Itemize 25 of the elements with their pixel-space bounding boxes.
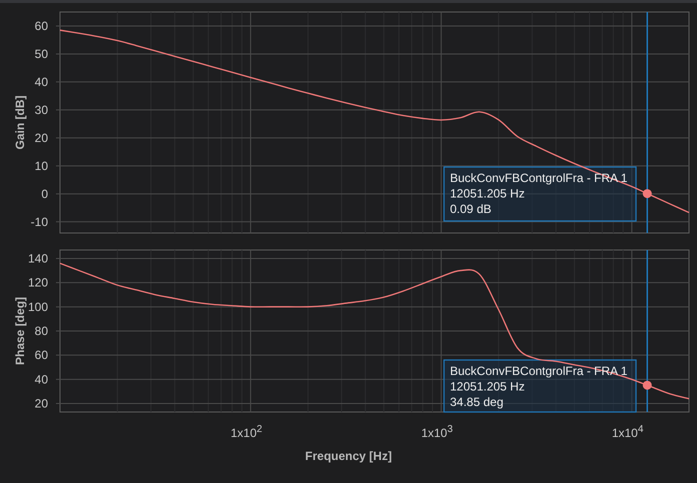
- y-tick-label: 50: [34, 46, 48, 61]
- y-tick-label: 80: [34, 324, 48, 338]
- y-tick-label: 140: [28, 251, 48, 266]
- y-tick-label: 20: [34, 130, 48, 145]
- tooltip-text: 12051.205 Hz: [450, 380, 525, 394]
- y-axis-title: Gain [dB]: [13, 96, 27, 150]
- y-tick-label: 100: [28, 300, 48, 314]
- y-tick-label: 40: [34, 372, 48, 386]
- x-tick-label: 1x10$^{2}$: [230, 424, 262, 440]
- x-tick-label: 1x10$^{3}$: [421, 424, 453, 440]
- x-axis-title: Frequency [Hz]: [304, 449, 393, 463]
- y-tick-label: 20: [34, 396, 48, 411]
- y-tick-label: 40: [34, 74, 48, 89]
- x-tick-label: 1x10$^{4}$: [612, 424, 644, 440]
- tooltip-text: 12051.205 Hz: [450, 186, 525, 200]
- y-tick-label: 10: [34, 158, 48, 173]
- y-axis-title: Phase [deg]: [13, 297, 27, 365]
- tooltip-text: 34.85 deg: [450, 395, 504, 409]
- y-tick-label: 60: [34, 348, 48, 362]
- y-tick-label: 60: [34, 18, 48, 33]
- y-tick-label: -10: [30, 214, 48, 229]
- tooltip-text: 0.09 dB: [450, 202, 492, 216]
- y-tick-label: 30: [34, 102, 48, 117]
- y-tick-label: 120: [28, 276, 48, 290]
- y-tick-label: 0: [41, 186, 48, 201]
